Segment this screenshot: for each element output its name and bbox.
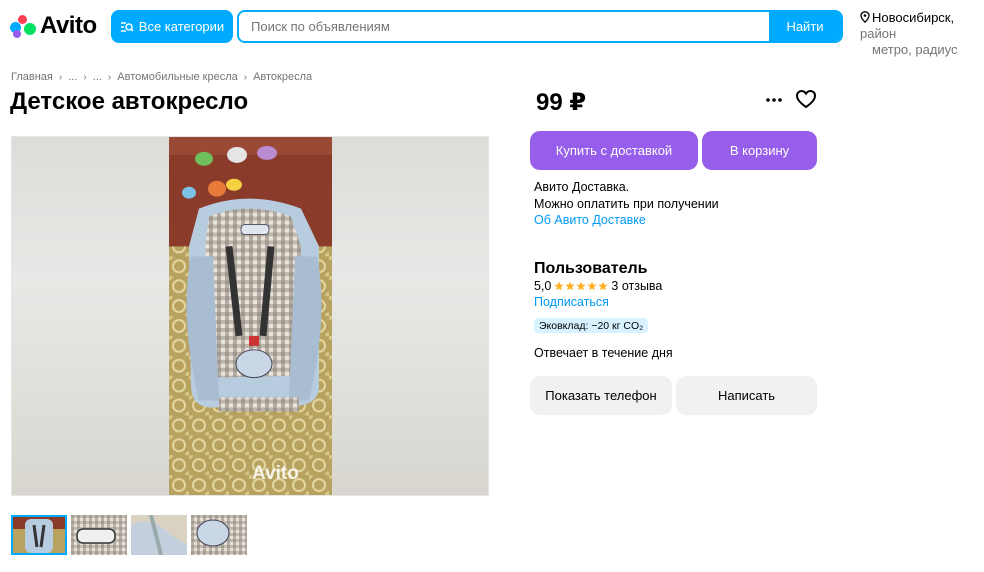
breadcrumb-autoseats[interactable]: Автокресла — [253, 71, 312, 83]
logo-text: Avito — [40, 12, 97, 39]
star-icon — [554, 281, 564, 291]
search-button[interactable]: Найти — [769, 12, 841, 41]
breadcrumb-car-seats[interactable]: Автомобильные кресла — [117, 71, 237, 83]
location-metro-radius: метро, радиус — [872, 42, 958, 57]
delivery-info: Авито Доставка. Можно оплатить при получ… — [534, 179, 719, 229]
write-message-button[interactable]: Написать — [676, 376, 817, 415]
buy-with-delivery-button[interactable]: Купить с доставкой — [530, 131, 698, 170]
header: Avito Все категории Найти Новосибирск, р… — [0, 0, 984, 58]
star-icon — [576, 281, 586, 291]
photo-blur-right — [330, 137, 488, 495]
rating-value: 5,0 — [534, 279, 552, 293]
search-list-icon — [120, 21, 134, 32]
about-delivery-link[interactable]: Об Авито Доставке — [534, 212, 719, 229]
more-options-icon[interactable] — [764, 90, 784, 110]
seller-rating[interactable]: 5,0 3 отзыва — [534, 279, 662, 293]
avito-logo[interactable]: Avito — [10, 12, 97, 40]
photo-blur-left — [12, 137, 170, 495]
add-to-cart-button[interactable]: В корзину — [702, 131, 817, 170]
location-selector[interactable]: Новосибирск, район метро, радиус — [860, 10, 984, 58]
seller-name[interactable]: Пользователь — [534, 260, 647, 278]
reviews-count: 3 отзыва — [611, 279, 663, 293]
thumbnail-1[interactable] — [11, 515, 67, 555]
main-photo[interactable]: Avito — [11, 136, 489, 496]
avito-watermark: Avito — [252, 463, 299, 484]
show-phone-button[interactable]: Показать телефон — [530, 376, 672, 415]
location-pin-icon — [860, 11, 870, 23]
avito-logo-dots-icon — [10, 13, 36, 39]
all-categories-label: Все категории — [138, 19, 225, 34]
location-city: Новосибирск, — [872, 10, 955, 25]
star-icon — [598, 281, 608, 291]
thumbnail-4[interactable] — [191, 515, 247, 555]
eco-contribution-badge: Эковклад: −20 кг CO₂ — [534, 318, 649, 333]
thumbnail-3[interactable] — [131, 515, 187, 555]
listing-title: Детское автокресло — [10, 88, 249, 115]
location-district: район — [860, 26, 897, 41]
response-time: Отвечает в течение дня — [534, 346, 673, 360]
all-categories-button[interactable]: Все категории — [111, 10, 233, 43]
search-bar: Найти — [237, 10, 843, 43]
favorite-heart-icon[interactable] — [795, 88, 817, 110]
price: 99 ₽ — [536, 89, 587, 116]
breadcrumb-collapsed-1[interactable]: ... — [68, 71, 77, 83]
chevron-right-icon: › — [58, 71, 63, 83]
thumbnail-2[interactable] — [71, 515, 127, 555]
chevron-right-icon: › — [243, 71, 248, 83]
thumbnail-strip — [11, 515, 247, 555]
chevron-right-icon: › — [107, 71, 112, 83]
delivery-line-2: Можно оплатить при получении — [534, 196, 719, 211]
breadcrumb: Главная › ... › ... › Автомобильные крес… — [11, 71, 312, 83]
rating-stars — [554, 281, 608, 291]
star-icon — [565, 281, 575, 291]
search-input[interactable] — [239, 12, 769, 41]
subscribe-link[interactable]: Подписаться — [534, 295, 609, 309]
chevron-right-icon: › — [83, 71, 87, 83]
star-icon — [587, 281, 597, 291]
car-seat-photo — [169, 137, 332, 495]
delivery-line-1: Авито Доставка. — [534, 180, 630, 194]
breadcrumb-collapsed-2[interactable]: ... — [93, 71, 102, 83]
breadcrumb-home[interactable]: Главная — [11, 71, 53, 83]
